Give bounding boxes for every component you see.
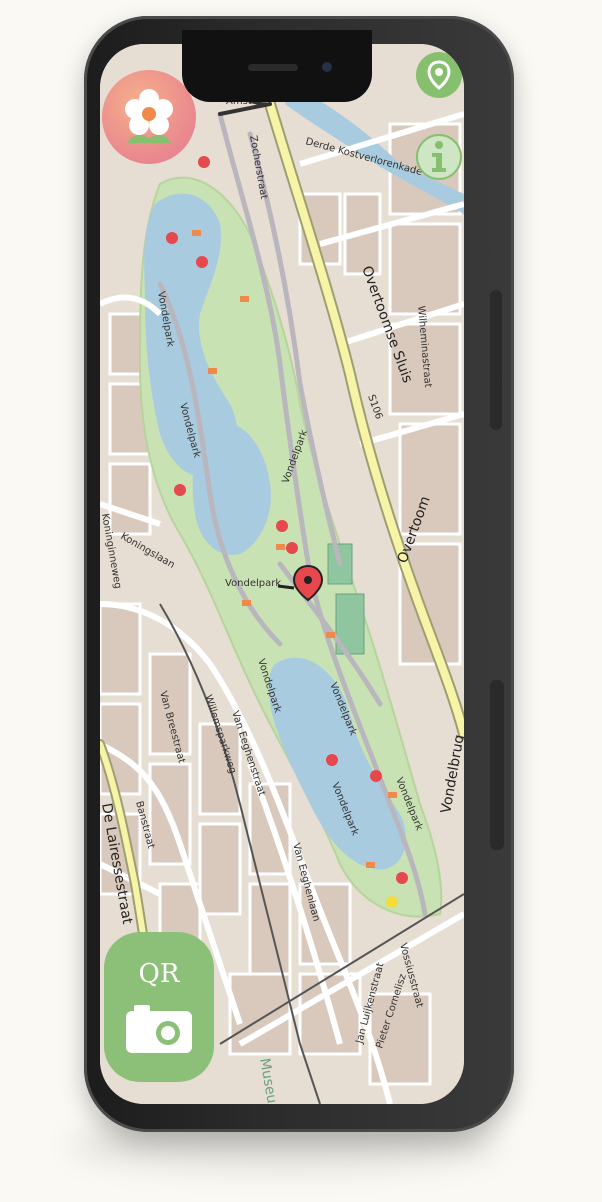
poi-marker[interactable]: [286, 542, 298, 554]
location-button[interactable]: [416, 52, 462, 98]
phone-speaker: [248, 64, 298, 71]
info-button[interactable]: [416, 134, 462, 180]
poi-marker[interactable]: [386, 896, 398, 908]
info-icon: [432, 141, 446, 172]
poi-marker[interactable]: [326, 754, 338, 766]
qr-label: QR: [138, 959, 180, 989]
flower-button[interactable]: [102, 70, 196, 164]
qr-scan-button[interactable]: QR: [104, 932, 214, 1082]
poi-marker[interactable]: [208, 368, 217, 374]
map-label: Vondelpark: [225, 578, 281, 589]
poi-marker[interactable]: [196, 256, 208, 268]
phone-screen: Vondelpark Vondelpark Vondelpark Vondelp…: [100, 44, 464, 1104]
poi-marker[interactable]: [174, 484, 186, 496]
poi-marker[interactable]: [276, 544, 285, 550]
poi-marker[interactable]: [242, 600, 251, 606]
flower-icon: [125, 89, 173, 143]
poi-marker[interactable]: [366, 862, 375, 868]
camera-icon: [126, 1005, 192, 1053]
poi-marker[interactable]: [388, 792, 397, 798]
poi-marker[interactable]: [198, 156, 210, 168]
poi-marker[interactable]: [166, 232, 178, 244]
side-button: [490, 680, 504, 850]
poi-marker[interactable]: [396, 872, 408, 884]
volume-button: [490, 290, 502, 430]
poi-marker[interactable]: [192, 230, 201, 236]
poi-marker[interactable]: [276, 520, 288, 532]
front-camera: [322, 62, 332, 72]
location-pin-icon: [427, 60, 451, 90]
poi-marker[interactable]: [370, 770, 382, 782]
poi-marker[interactable]: [326, 632, 335, 638]
poi-marker[interactable]: [240, 296, 249, 302]
